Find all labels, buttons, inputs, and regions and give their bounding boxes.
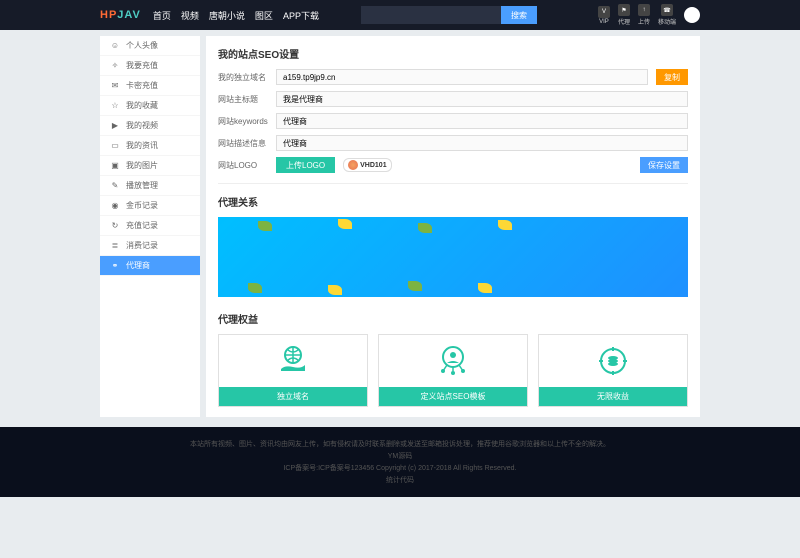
sidebar-item-4[interactable]: ▶ 我的视频 xyxy=(100,116,200,136)
nav-gallery[interactable]: 图区 xyxy=(255,9,273,22)
logo[interactable]: HPJAV xyxy=(100,9,141,21)
row-domain: 我的独立域名 复制 xyxy=(218,69,688,85)
label-title: 网站主标题 xyxy=(218,94,268,105)
sidebar-icon: ✉ xyxy=(110,81,120,91)
sidebar-item-label: 充值记录 xyxy=(126,220,158,231)
card-seo-button[interactable]: 定义站点SEO模板 xyxy=(379,387,527,406)
logo-badge-icon xyxy=(348,160,358,170)
footer-copyright: ICP备案号:ICP备案号123456 Copyright (c) 2017-2… xyxy=(0,463,800,473)
label-logo: 网站LOGO xyxy=(218,160,268,171)
avatar[interactable] xyxy=(684,7,700,23)
label-desc: 网站描述信息 xyxy=(218,138,268,149)
nav-novel[interactable]: 唐朝小说 xyxy=(209,9,245,22)
footer-disclaimer: 本站所有视频、图片、资讯均由网友上传，如有侵权请及时联系删除或发送至邮箱投诉处理… xyxy=(0,439,800,449)
card-domain: 独立域名 xyxy=(218,334,368,407)
agent-icon[interactable]: ⚑代理 xyxy=(618,4,630,26)
row-desc: 网站描述信息 xyxy=(218,135,688,151)
copy-button[interactable]: 复制 xyxy=(656,69,688,85)
input-title[interactable] xyxy=(276,91,688,107)
sidebar-item-8[interactable]: ◉ 金币记录 xyxy=(100,196,200,216)
sidebar-item-2[interactable]: ✉ 卡密充值 xyxy=(100,76,200,96)
row-title: 网站主标题 xyxy=(218,91,688,107)
sidebar-icon: ▭ xyxy=(110,141,120,151)
benefits-title: 代理权益 xyxy=(218,311,688,326)
sidebar-icon: ◉ xyxy=(110,201,120,211)
sidebar-item-6[interactable]: ▣ 我的图片 xyxy=(100,156,200,176)
divider xyxy=(218,183,688,184)
sidebar-item-5[interactable]: ▭ 我的资讯 xyxy=(100,136,200,156)
card-income-button[interactable]: 无限收益 xyxy=(539,387,687,406)
sidebar-icon: ↻ xyxy=(110,221,120,231)
sidebar-item-label: 播放管理 xyxy=(126,180,158,191)
sidebar-icon: ☺ xyxy=(110,41,120,51)
sidebar-item-11[interactable]: ⚭ 代理商 xyxy=(100,256,200,276)
upload-logo-button[interactable]: 上传LOGO xyxy=(276,157,335,173)
label-keywords: 网站keywords xyxy=(218,116,268,127)
sidebar-item-10[interactable]: ≣ 消费记录 xyxy=(100,236,200,256)
sidebar-icon: ▶ xyxy=(110,121,120,131)
globe-hand-icon xyxy=(273,341,313,381)
nav-home[interactable]: 首页 xyxy=(153,9,171,22)
sidebar-item-label: 代理商 xyxy=(126,260,150,271)
sidebar-item-label: 金币记录 xyxy=(126,200,158,211)
banner xyxy=(218,217,688,297)
sidebar-item-label: 个人头像 xyxy=(126,40,158,51)
input-domain[interactable] xyxy=(276,69,648,85)
sidebar-icon: ≣ xyxy=(110,241,120,251)
search-input[interactable] xyxy=(361,6,501,24)
sidebar-item-label: 我的收藏 xyxy=(126,100,158,111)
vip-icon[interactable]: VVIP xyxy=(598,6,610,25)
sidebar-item-0[interactable]: ☺ 个人头像 xyxy=(100,36,200,56)
target-coin-icon xyxy=(593,341,633,381)
benefit-cards: 独立域名 定义站点SEO模板 无限收益 xyxy=(218,334,688,407)
card-income: 无限收益 xyxy=(538,334,688,407)
main: ☺ 个人头像 ✧ 我要充值 ✉ 卡密充值 ☆ 我的收藏 ▶ 我的视频 ▭ 我的资讯 ▣ 我的图片 ✎ 播放管理… xyxy=(100,36,700,417)
network-user-icon xyxy=(433,341,473,381)
upload-icon[interactable]: ↑上传 xyxy=(638,4,650,26)
input-keywords[interactable] xyxy=(276,113,688,129)
nav: 首页 视频 唐朝小说 图区 APP下载 xyxy=(153,9,319,22)
sidebar-icon: ✧ xyxy=(110,61,120,71)
seo-title: 我的站点SEO设置 xyxy=(218,46,688,61)
logo-badge: VHD101 xyxy=(343,158,391,172)
sidebar-item-label: 我的视频 xyxy=(126,120,158,131)
input-desc[interactable] xyxy=(276,135,688,151)
footer-brand: YM源码 xyxy=(0,451,800,461)
sidebar-item-7[interactable]: ✎ 播放管理 xyxy=(100,176,200,196)
sidebar-icon: ⚭ xyxy=(110,261,120,271)
header: HPJAV 首页 视频 唐朝小说 图区 APP下载 搜索 VVIP ⚑代理 ↑上… xyxy=(0,0,800,30)
sidebar-item-1[interactable]: ✧ 我要充值 xyxy=(100,56,200,76)
sidebar-icon: ☆ xyxy=(110,101,120,111)
sidebar-item-label: 消费记录 xyxy=(126,240,158,251)
sidebar-item-label: 卡密充值 xyxy=(126,80,158,91)
sidebar-icon: ✎ xyxy=(110,181,120,191)
sidebar: ☺ 个人头像 ✧ 我要充值 ✉ 卡密充值 ☆ 我的收藏 ▶ 我的视频 ▭ 我的资讯 ▣ 我的图片 ✎ 播放管理… xyxy=(100,36,200,417)
row-keywords: 网站keywords xyxy=(218,113,688,129)
mobile-icon[interactable]: ☎移动端 xyxy=(658,4,676,26)
search: 搜索 xyxy=(361,6,537,24)
row-logo: 网站LOGO 上传LOGO VHD101 保存设置 xyxy=(218,157,688,173)
sidebar-item-9[interactable]: ↻ 充值记录 xyxy=(100,216,200,236)
label-domain: 我的独立域名 xyxy=(218,72,268,83)
sidebar-icon: ▣ xyxy=(110,161,120,171)
header-icons: VVIP ⚑代理 ↑上传 ☎移动端 xyxy=(598,4,700,26)
search-button[interactable]: 搜索 xyxy=(501,6,537,24)
save-button[interactable]: 保存设置 xyxy=(640,157,688,173)
footer: 本站所有视频、图片、资讯均由网友上传，如有侵权请及时联系删除或发送至邮箱投诉处理… xyxy=(0,427,800,497)
sidebar-item-label: 我的资讯 xyxy=(126,140,158,151)
sidebar-item-label: 我要充值 xyxy=(126,60,158,71)
content: 我的站点SEO设置 我的独立域名 复制 网站主标题 网站keywords 网站描… xyxy=(206,36,700,417)
sidebar-item-3[interactable]: ☆ 我的收藏 xyxy=(100,96,200,116)
nav-video[interactable]: 视频 xyxy=(181,9,199,22)
nav-app[interactable]: APP下载 xyxy=(283,9,319,22)
card-domain-button[interactable]: 独立域名 xyxy=(219,387,367,406)
sidebar-item-label: 我的图片 xyxy=(126,160,158,171)
card-seo: 定义站点SEO模板 xyxy=(378,334,528,407)
footer-stats: 统计代码 xyxy=(0,475,800,485)
relation-title: 代理关系 xyxy=(218,194,688,209)
